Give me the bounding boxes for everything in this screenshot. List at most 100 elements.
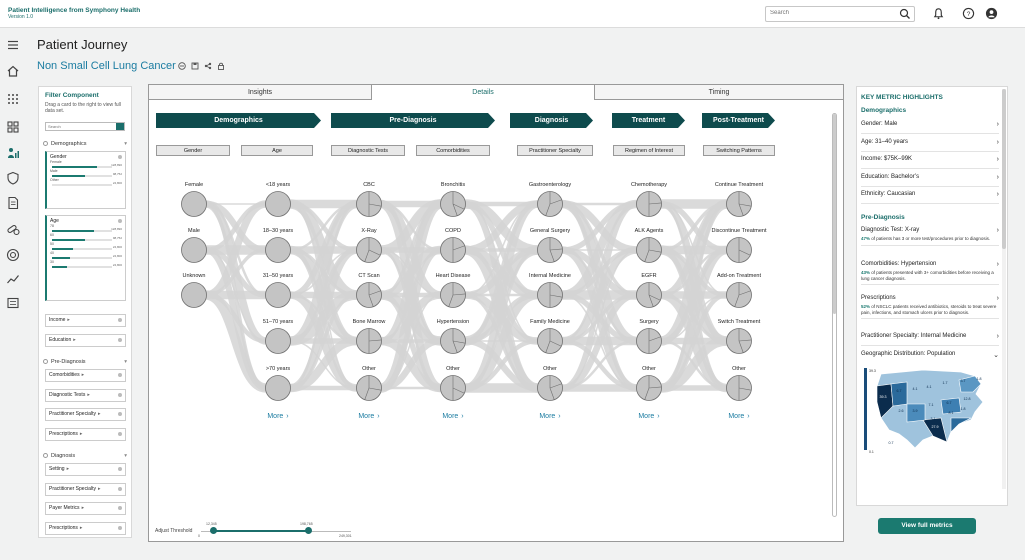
journey-node[interactable] <box>726 328 752 354</box>
more-link[interactable]: More › <box>530 413 570 420</box>
pills-icon[interactable] <box>6 222 20 236</box>
eye-icon[interactable] <box>118 506 122 510</box>
eye-icon[interactable] <box>118 318 122 322</box>
section-demographics[interactable]: Demographics ▾ <box>43 141 129 147</box>
filter-card[interactable]: Setting ▸ <box>45 463 126 476</box>
metrics-scrollbar[interactable] <box>1002 89 1006 489</box>
metric-geographic[interactable]: Geographic Distribution: Population ⌄ <box>861 351 999 360</box>
dashboard-icon[interactable] <box>6 120 20 134</box>
section-diagnosis[interactable]: Diagnosis ▾ <box>43 453 129 459</box>
filter-card[interactable]: Education ▸ <box>45 333 126 347</box>
chevron-right-icon[interactable]: ▸ <box>67 466 70 472</box>
tab-insights[interactable]: Insights <box>149 85 372 100</box>
eye-icon[interactable] <box>118 155 122 159</box>
filter-row[interactable]: Female 128,890 <box>50 160 122 169</box>
tab-timing[interactable]: Timing <box>595 85 843 100</box>
minus-circle-icon[interactable] <box>178 62 186 70</box>
chevron-right-icon[interactable]: › <box>997 191 999 198</box>
column-subheader[interactable]: Comorbidities <box>416 145 490 156</box>
chevron-right-icon[interactable]: › <box>997 156 999 163</box>
metric-prescriptions[interactable]: Prescriptions › 52% of NSCLC patients re… <box>861 295 999 319</box>
eye-icon[interactable] <box>118 431 122 436</box>
eye-icon[interactable] <box>118 412 122 416</box>
apps-grid-icon[interactable] <box>6 92 20 106</box>
journey-node[interactable] <box>636 191 662 217</box>
filter-card[interactable]: Comorbidities ▸ <box>45 369 126 382</box>
report-icon[interactable] <box>6 296 20 310</box>
filter-row[interactable]: 40 24,800 <box>50 251 122 260</box>
bell-icon[interactable] <box>932 7 945 20</box>
age-card[interactable]: Age 78 128,890 60 98,752 50 24,800 40 24,800 30 2… <box>45 215 126 301</box>
filter-card[interactable]: Prescriptions ▸ <box>45 427 126 441</box>
metric-comorbidities[interactable]: Comorbidities: Hypertension › 43% of pat… <box>861 261 999 285</box>
chevron-right-icon[interactable]: ▸ <box>98 411 101 417</box>
metric-practitioner[interactable]: Practitioner Specialty: Internal Medicin… <box>861 333 999 346</box>
journey-node[interactable] <box>440 282 466 308</box>
journey-node[interactable] <box>265 191 291 217</box>
chevron-right-icon[interactable]: ▸ <box>67 317 70 323</box>
journey-node[interactable] <box>265 375 291 401</box>
metrics-scroll-thumb[interactable] <box>1002 89 1006 249</box>
filter-search-input[interactable] <box>46 123 116 130</box>
chevron-right-icon[interactable]: ▸ <box>87 392 90 398</box>
journey-node[interactable] <box>440 328 466 354</box>
filter-row[interactable]: 30 24,800 <box>50 260 122 269</box>
column-subheader[interactable]: Diagnostic Tests <box>331 145 405 156</box>
journey-node[interactable] <box>356 282 382 308</box>
chevron-right-icon[interactable]: ▸ <box>80 431 83 437</box>
chevron-right-icon[interactable]: ▸ <box>82 372 85 378</box>
search-icon[interactable] <box>899 8 911 20</box>
tab-details[interactable]: Details <box>372 85 595 100</box>
chevron-down-icon[interactable]: ▾ <box>124 359 127 365</box>
filter-row[interactable]: Other 24,800 <box>50 178 122 187</box>
more-link[interactable]: More › <box>719 413 759 420</box>
journey-node[interactable] <box>726 282 752 308</box>
eye-icon[interactable] <box>118 525 122 530</box>
column-subheader[interactable]: Age <box>241 145 313 156</box>
filter-row[interactable]: Male 98,752 <box>50 169 122 178</box>
chevron-down-icon[interactable]: ▾ <box>124 453 127 459</box>
user-avatar-icon[interactable] <box>985 7 998 20</box>
shield-icon[interactable] <box>6 171 20 185</box>
more-link[interactable]: More › <box>349 413 389 420</box>
vertical-scroll-thumb[interactable] <box>833 114 836 314</box>
chevron-right-icon[interactable]: ▸ <box>82 505 85 511</box>
vertical-scrollbar[interactable] <box>832 113 837 517</box>
chevron-down-icon[interactable]: ⌄ <box>993 351 999 359</box>
demographic-metric[interactable]: Gender: Male › <box>861 121 999 134</box>
map-region[interactable] <box>890 381 908 407</box>
document-icon[interactable] <box>6 196 20 210</box>
journey-node[interactable] <box>265 328 291 354</box>
eye-icon[interactable] <box>118 219 122 223</box>
threshold-max-handle[interactable] <box>305 527 312 534</box>
eye-icon[interactable] <box>118 486 122 491</box>
chevron-right-icon[interactable]: › <box>997 333 999 340</box>
journey-node[interactable] <box>356 191 382 217</box>
filter-row[interactable]: 50 24,800 <box>50 242 122 251</box>
journey-node[interactable] <box>440 237 466 263</box>
journey-node[interactable] <box>537 282 563 308</box>
journey-node[interactable] <box>537 328 563 354</box>
filter-row[interactable]: 78 128,890 <box>50 224 122 233</box>
journey-node[interactable] <box>636 282 662 308</box>
eye-icon[interactable] <box>118 337 122 342</box>
filter-card[interactable]: Diagnostic Tests ▸ <box>45 388 126 402</box>
chevron-right-icon[interactable]: ▸ <box>98 486 101 492</box>
chevron-right-icon[interactable]: › <box>997 174 999 181</box>
chevron-down-icon[interactable]: ▾ <box>124 141 127 147</box>
search-box[interactable] <box>765 6 915 22</box>
journey-node[interactable] <box>356 328 382 354</box>
journey-node[interactable] <box>356 375 382 401</box>
metric-diagnostic-test[interactable]: Diagnostic Test: X-ray › 47% of patients… <box>861 227 999 246</box>
journey-node[interactable] <box>726 191 752 217</box>
journey-node[interactable] <box>181 282 207 308</box>
demographic-metric[interactable]: Education: Bachelor’s › <box>861 174 999 187</box>
save-icon[interactable] <box>191 62 199 70</box>
eye-icon[interactable] <box>118 467 122 471</box>
stage-header[interactable]: Demographics <box>156 113 321 128</box>
chevron-right-icon[interactable]: ▸ <box>80 525 83 531</box>
column-subheader[interactable]: Switching Patterns <box>703 145 775 156</box>
demographic-metric[interactable]: Ethnicity: Caucasian › <box>861 191 999 204</box>
stage-header[interactable]: Pre-Diagnosis <box>331 113 495 128</box>
chevron-right-icon[interactable]: › <box>997 121 999 128</box>
